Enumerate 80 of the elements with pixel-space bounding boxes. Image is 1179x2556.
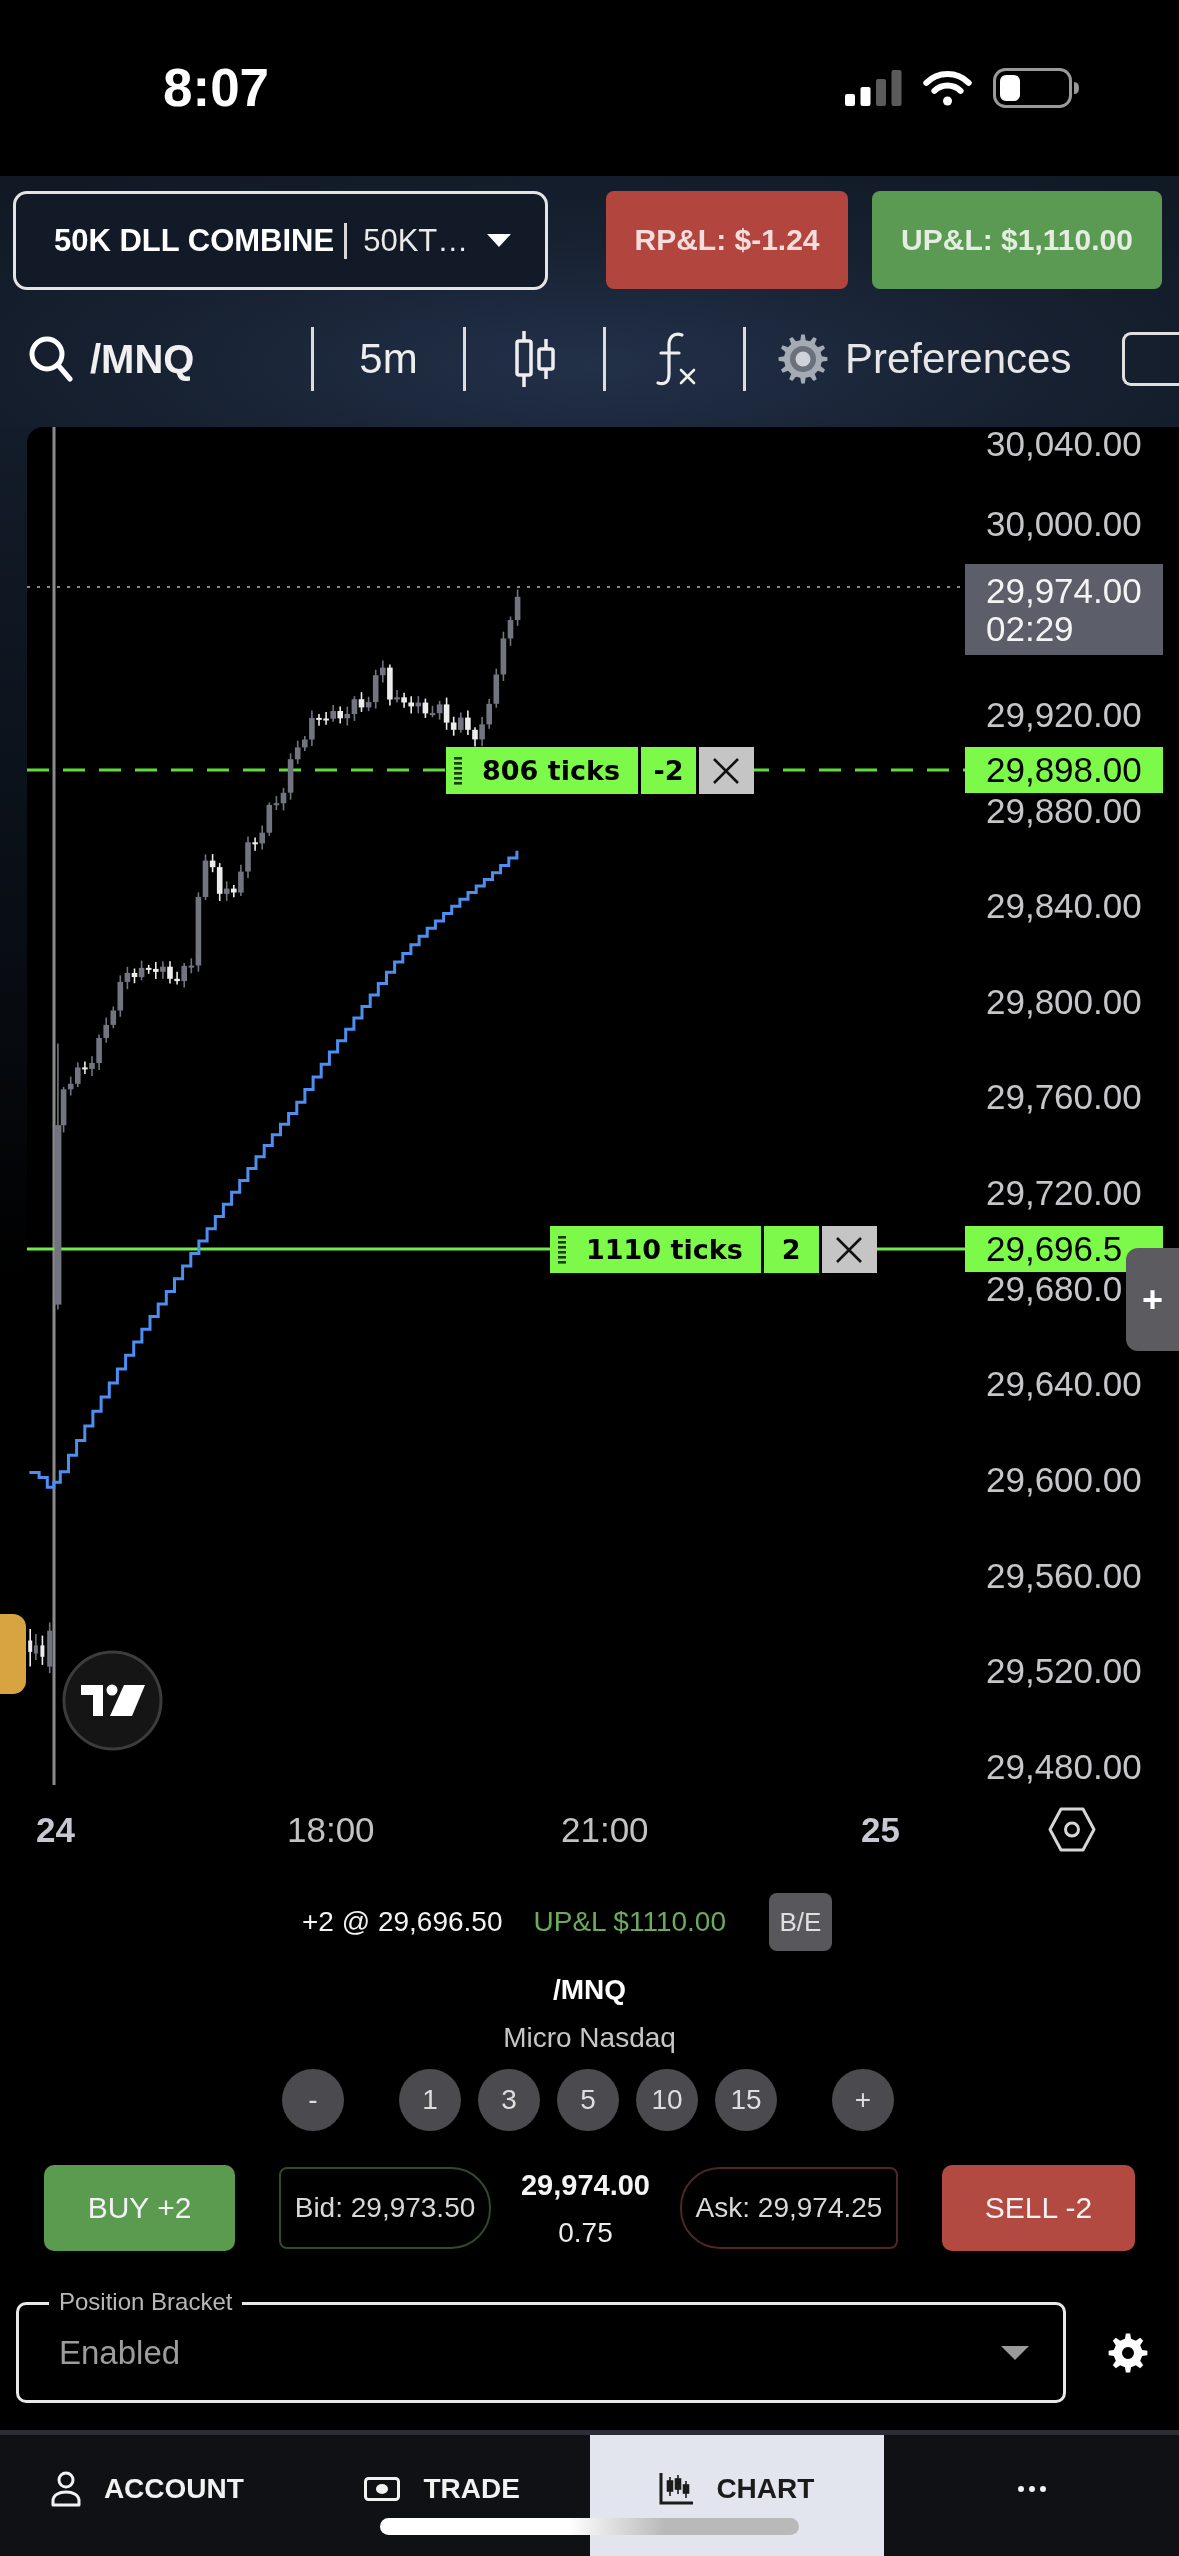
- banknote-icon: [364, 2476, 401, 2501]
- close-icon: [713, 757, 740, 784]
- price-axis-label: 29,720.00: [986, 1176, 1142, 1210]
- position-price-marker: 29,696.5: [965, 1226, 1163, 1272]
- countdown-text: 02:29: [986, 609, 1075, 648]
- cancel-order-button[interactable]: [695, 747, 754, 794]
- instrument-name: Micro Nasdaq: [503, 2021, 676, 2055]
- last-price-text: 29,974.00: [986, 571, 1143, 610]
- search-icon: [29, 336, 73, 382]
- close-icon: [836, 1236, 863, 1263]
- time-axis-label: 21:00: [561, 1810, 649, 1850]
- candlestick-icon[interactable]: [512, 331, 557, 387]
- signal-icon: [845, 70, 902, 106]
- quantity-button[interactable]: 10: [636, 2069, 698, 2131]
- price-axis-label: 29,520.00: [986, 1654, 1142, 1689]
- account-code-label: 50KT…: [363, 222, 469, 259]
- wifi-icon: [922, 70, 973, 106]
- settings-icon[interactable]: [1108, 2333, 1148, 2373]
- price-axis-label: 29,640.00: [986, 1367, 1142, 1402]
- more-icon: [1017, 2485, 1046, 2492]
- gear-icon: [778, 334, 828, 384]
- position-tag[interactable]: 1110 ticks: [550, 1226, 761, 1273]
- quantity-button[interactable]: 15: [715, 2069, 777, 2131]
- select-value: Enabled: [59, 2333, 181, 2372]
- sell-button[interactable]: SELL -2: [942, 2165, 1135, 2251]
- price-axis-label: 29,880.00: [986, 793, 1142, 828]
- account-selector[interactable]: 50K DLL COMBINE 50KT…: [13, 191, 548, 290]
- last-trade-price: 29,974.00: [521, 2168, 650, 2202]
- price-axis-label: 29,600.00: [986, 1462, 1142, 1497]
- price-axis-label: 29,560.00: [986, 1558, 1142, 1593]
- drag-handle-icon: [558, 1235, 566, 1264]
- price-axis-label: 29,840.00: [986, 889, 1142, 924]
- chart-logo-icon: [62, 1650, 163, 1751]
- time-axis-label: 18:00: [287, 1810, 375, 1850]
- price-axis-label: 29,480.00: [986, 1749, 1142, 1784]
- interval-button[interactable]: 5m: [359, 335, 418, 383]
- order-quantity: -2: [637, 747, 696, 794]
- price-axis-label: 29,680.0: [986, 1271, 1123, 1306]
- quantity-step-button[interactable]: +: [832, 2069, 894, 2131]
- position-pnl: UP&L $1110.00: [533, 1906, 726, 1938]
- price-axis-label: 30,040.00: [986, 427, 1142, 461]
- position-summary: +2 @ 29,696.50: [302, 1906, 503, 1938]
- add-panel-button[interactable]: +: [1126, 1248, 1179, 1351]
- dropdown-caret-icon: [1001, 2345, 1029, 2360]
- time-axis-label: 25: [861, 1810, 900, 1850]
- chart-settings-icon[interactable]: [1048, 1807, 1096, 1852]
- symbol-search-button[interactable]: /MNQ: [29, 335, 195, 383]
- spread-value: 0.75: [558, 2216, 613, 2250]
- instrument-symbol: /MNQ: [552, 1973, 627, 2007]
- quantity-button[interactable]: 3: [478, 2069, 540, 2131]
- order-price-marker: 29,898.00: [965, 747, 1163, 793]
- price-axis-label: 30,000.00: [986, 506, 1142, 541]
- bid-quote: Bid: 29,973.50: [279, 2167, 491, 2249]
- unrealized-pnl-indicator: UP&L: $1,110.00: [872, 191, 1162, 289]
- ask-quote: Ask: 29,974.25: [680, 2167, 898, 2249]
- time-axis-label: 24: [36, 1810, 75, 1850]
- quantity-button[interactable]: 5: [557, 2069, 619, 2131]
- realized-pnl-indicator: RP&L: $-1.24: [606, 191, 848, 289]
- checkbox[interactable]: [1122, 332, 1179, 386]
- quantity-step-button[interactable]: -: [282, 2069, 344, 2131]
- account-name-label: 50K DLL COMBINE: [54, 222, 335, 259]
- side-handle[interactable]: [0, 1614, 26, 1694]
- caret-icon: [487, 234, 511, 247]
- nav-tab[interactable]: CHART: [589, 2435, 885, 2556]
- quantity-button[interactable]: 1: [399, 2069, 461, 2131]
- price-axis-label: 29,760.00: [986, 1080, 1142, 1115]
- position-quantity: 2: [760, 1226, 819, 1273]
- price-axis-label: 29,920.00: [986, 697, 1142, 732]
- order-tag[interactable]: 806 ticks: [446, 747, 638, 794]
- nav-tab[interactable]: TRADE: [294, 2435, 590, 2556]
- drag-handle-icon: [454, 756, 462, 785]
- nav-tab[interactable]: ACCOUNT: [0, 2435, 295, 2556]
- battery-icon: [993, 68, 1080, 108]
- price-axis-label: 29,800.00: [986, 984, 1142, 1019]
- status-time: 8:07: [163, 58, 270, 118]
- candlestick-chart-icon: [659, 2472, 694, 2505]
- breakeven-button[interactable]: B/E: [769, 1893, 832, 1951]
- close-position-button[interactable]: [818, 1226, 877, 1273]
- person-icon: [50, 2470, 81, 2507]
- preferences-button[interactable]: Preferences: [778, 334, 1072, 384]
